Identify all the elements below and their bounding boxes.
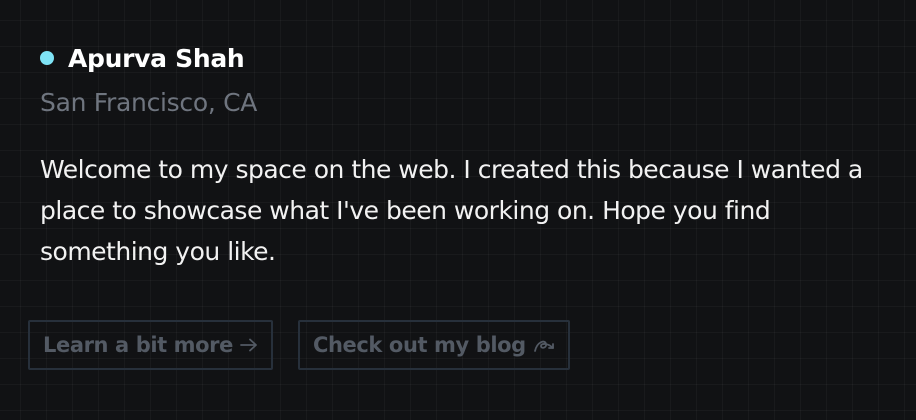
blog-label: Check out my blog: [312, 333, 526, 357]
arrow-right-icon: [240, 338, 258, 352]
learn-more-label: Learn a bit more: [43, 333, 233, 357]
profile-section: Apurva Shah San Francisco, CA Welcome to…: [40, 38, 900, 272]
loop-arrow-icon: [533, 336, 555, 354]
profile-bio: Welcome to my space on the web. I create…: [40, 155, 863, 266]
status-dot: [40, 51, 54, 65]
learn-more-button[interactable]: Learn a bit more: [28, 320, 273, 370]
blog-button[interactable]: Check out my blog: [297, 320, 570, 370]
profile-name: Apurva Shah: [68, 43, 245, 73]
name-row: Apurva Shah: [40, 38, 900, 78]
profile-location: San Francisco, CA: [40, 88, 258, 117]
action-buttons: Learn a bit more Check out my blog: [28, 320, 570, 370]
